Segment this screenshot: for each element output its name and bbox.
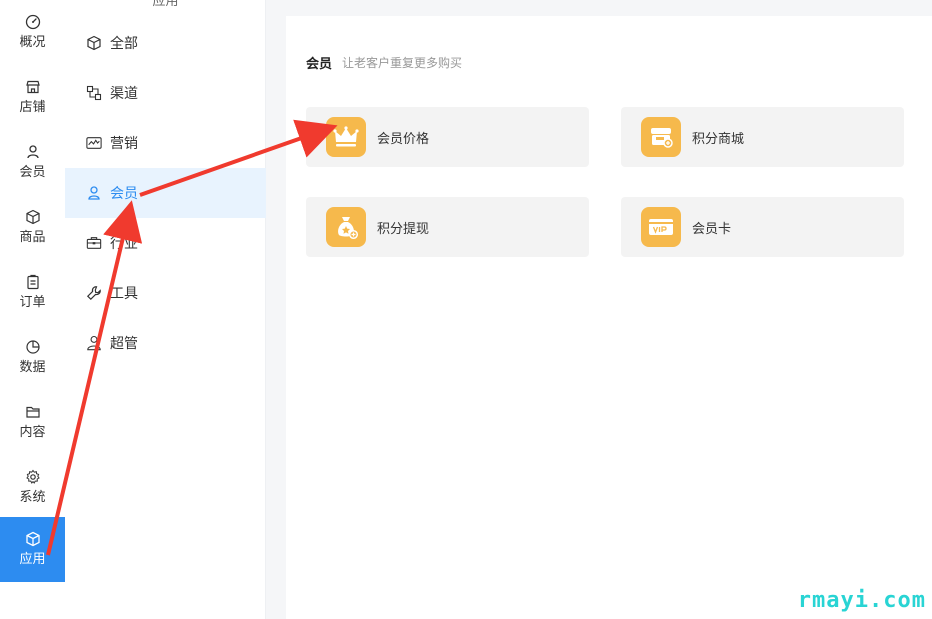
app-card-member-card[interactable]: 会员卡 xyxy=(621,197,904,257)
rail-item-data[interactable]: 数据 xyxy=(0,325,65,390)
rail-item-label: 系统 xyxy=(19,490,46,505)
admin-icon xyxy=(86,335,102,351)
rail-item-label: 应用 xyxy=(19,552,46,567)
store-icon xyxy=(25,79,41,95)
rail-item-content[interactable]: 内容 xyxy=(0,390,65,455)
rail-item-apps[interactable]: 应用 xyxy=(0,517,65,582)
app-card-member-price[interactable]: 会员价格 xyxy=(306,107,589,167)
rail-item-label: 概况 xyxy=(19,35,46,50)
user-icon xyxy=(25,144,41,160)
sidebar-item-marketing[interactable]: 营销 xyxy=(65,118,266,168)
sidebar-item-label: 渠道 xyxy=(110,86,138,102)
briefcase-icon xyxy=(86,235,102,251)
rail-item-label: 商品 xyxy=(19,230,46,245)
sidebar-item-channels[interactable]: 渠道 xyxy=(65,68,266,118)
trend-chart-icon xyxy=(86,135,102,151)
folder-icon xyxy=(25,404,41,420)
watermark-text: rmayi.com xyxy=(797,588,926,613)
sidebar-heading: 应用 xyxy=(152,0,179,9)
crown-icon xyxy=(326,117,366,157)
dashboard-icon xyxy=(25,14,41,30)
sidebar-item-tools[interactable]: 工具 xyxy=(65,268,266,318)
sidebar-item-label: 营销 xyxy=(110,136,138,152)
rail-item-label: 内容 xyxy=(19,425,46,440)
app-card-points-withdraw[interactable]: 积分提现 xyxy=(306,197,589,257)
sidebar-item-super-admin[interactable]: 超管 xyxy=(65,318,266,368)
app-card-points-mall[interactable]: 积分商城 xyxy=(621,107,904,167)
rail-item-products[interactable]: 商品 xyxy=(0,195,65,260)
app-root: 概况 店铺 会员 商品 订单 数据 内容 系统 应用 应用 全部 渠道 营销 会… xyxy=(0,0,932,619)
sidebar-item-label: 超管 xyxy=(110,336,138,352)
rail-item-members[interactable]: 会员 xyxy=(0,130,65,195)
sidebar-item-label: 行业 xyxy=(110,236,138,252)
clipboard-icon xyxy=(25,274,41,290)
sidebar-item-label: 全部 xyxy=(110,36,138,52)
app-card-label: 会员价格 xyxy=(377,131,430,147)
sidebar-item-industry[interactable]: 行业 xyxy=(65,218,266,268)
points-mall-icon xyxy=(641,117,681,157)
sidebar-item-all[interactable]: 全部 xyxy=(65,18,266,68)
app-card-label: 积分商城 xyxy=(692,131,745,147)
vip-card-icon xyxy=(641,207,681,247)
app-card-label: 积分提现 xyxy=(377,221,430,237)
money-bag-icon xyxy=(326,207,366,247)
main-panel: 会员 让老客户重复更多购买 会员价格 积分商城 积分提现 会员卡 xyxy=(286,16,932,619)
pie-chart-icon xyxy=(25,339,41,355)
rail-item-label: 订单 xyxy=(19,295,46,310)
rail-item-label: 会员 xyxy=(19,165,46,180)
cube-icon xyxy=(25,531,41,547)
rail-item-label: 数据 xyxy=(19,360,46,375)
box-icon xyxy=(25,209,41,225)
primary-nav-rail: 概况 店铺 会员 商品 订单 数据 内容 系统 应用 xyxy=(0,0,65,619)
user-icon xyxy=(86,185,102,201)
rail-item-system[interactable]: 系统 xyxy=(0,455,65,520)
rail-item-orders[interactable]: 订单 xyxy=(0,260,65,325)
rail-item-overview[interactable]: 概况 xyxy=(0,0,65,65)
sidebar-item-label: 工具 xyxy=(110,286,138,302)
gear-icon xyxy=(25,469,41,485)
cube-icon xyxy=(86,35,102,51)
sidebar-item-label: 会员 xyxy=(110,186,138,202)
wrench-icon xyxy=(86,285,102,301)
channels-icon xyxy=(86,85,102,101)
sidebar-item-members[interactable]: 会员 xyxy=(65,168,266,218)
secondary-sidebar: 应用 全部 渠道 营销 会员 行业 工具 超管 xyxy=(65,0,266,619)
rail-item-label: 店铺 xyxy=(19,100,46,115)
rail-item-store[interactable]: 店铺 xyxy=(0,65,65,130)
section-subtitle: 让老客户重复更多购买 xyxy=(342,56,463,70)
section-title: 会员 xyxy=(306,57,333,72)
app-card-label: 会员卡 xyxy=(692,221,732,237)
